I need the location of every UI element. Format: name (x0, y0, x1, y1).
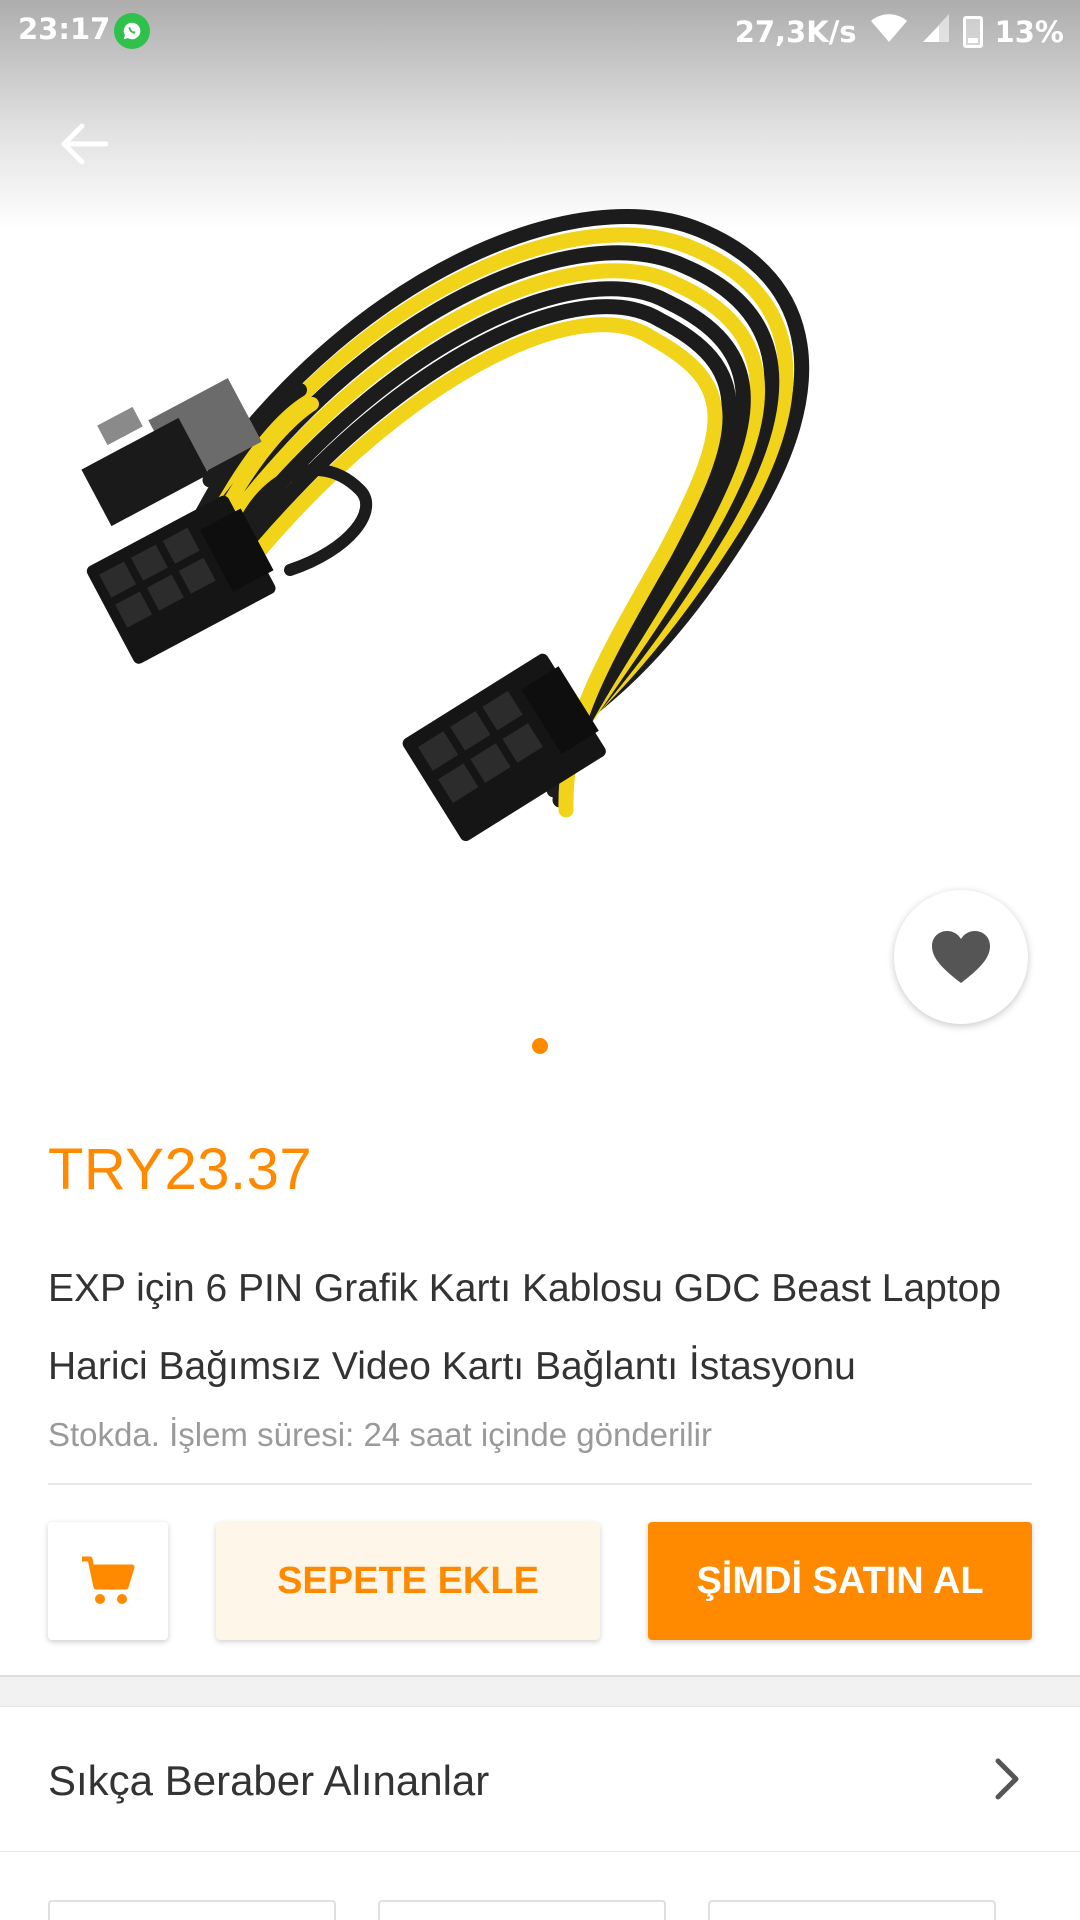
back-arrow-icon (61, 123, 108, 165)
chevron-right-icon (995, 1758, 1019, 1800)
product-image (81, 209, 810, 842)
related-product-card[interactable] (48, 1900, 336, 1920)
heart-icon (932, 931, 990, 983)
product-title[interactable]: EXP için 6 PIN Grafik Kartı Kablosu GDC … (48, 1250, 1038, 1406)
frequently-bought-label: Sıkça Beraber Alınanlar (48, 1757, 490, 1804)
status-indicators: 27,3K/s 13% (735, 12, 1064, 51)
product-price: TRY23.37 (48, 1137, 313, 1202)
signal-icon (921, 12, 951, 51)
cart-icon (82, 1556, 135, 1604)
related-product-card[interactable] (708, 1900, 996, 1920)
cart-button[interactable] (48, 1522, 168, 1640)
stock-info: Stokda. İşlem süresi: 24 saat içinde gön… (48, 1416, 712, 1453)
section-separator (0, 1675, 1080, 1707)
divider (48, 1483, 1032, 1485)
wifi-icon (869, 12, 909, 51)
frequently-bought-together-row[interactable]: Sıkça Beraber Alınanlar (0, 1707, 1080, 1852)
network-speed: 27,3K/s (734, 14, 857, 49)
battery-level: 13% (994, 14, 1064, 49)
buy-now-button[interactable]: ŞİMDİ SATIN AL (648, 1522, 1032, 1640)
related-product-card[interactable] (378, 1900, 666, 1920)
battery-icon (962, 15, 983, 48)
whatsapp-icon (114, 13, 150, 49)
add-to-cart-button[interactable]: SEPETE EKLE (216, 1522, 600, 1640)
image-pager-dot (532, 1038, 548, 1054)
status-time: 23:17 (18, 12, 111, 46)
favorite-button[interactable] (894, 890, 1028, 1024)
status-bar: 23:17 27,3K/s 13% (0, 0, 1080, 62)
back-button[interactable] (48, 108, 120, 180)
